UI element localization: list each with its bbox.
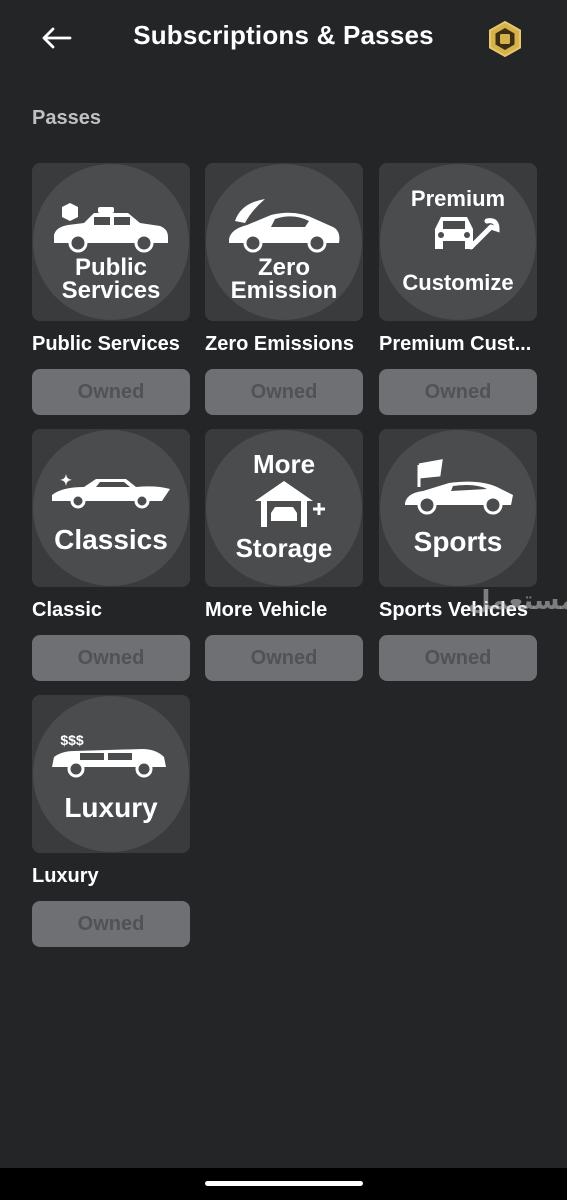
pass-card-zero-emissions: Zero Emission Zero Emissions Owned [205,163,363,415]
pass-thumbnail[interactable]: $$$ Luxury [32,695,190,853]
car-wrench-icon: Premium Customize [402,186,513,295]
svg-text:✦: ✦ [60,472,72,488]
sports-car-icon: Sports [405,459,513,557]
home-indicator[interactable] [205,1181,363,1186]
section-label-passes: Passes [32,107,101,129]
pass-name: Public Services [32,333,180,355]
pass-name: Classic [32,599,103,621]
pass-card-luxury: $$$ Luxury Luxury Owned [32,695,190,947]
top-bar: Subscriptions & Passes [0,0,567,76]
owned-button[interactable]: Owned [32,635,190,681]
pass-card-sports-vehicles: Sports Sports Vehicles Owned [379,429,537,681]
garage-icon: More Storage [236,449,333,563]
owned-button[interactable]: Owned [379,369,537,415]
icon-label-line: Emission [231,277,338,304]
pass-card-premium-customize: Premium Customize Premium Cust... Owned [379,163,537,415]
pass-thumbnail[interactable]: Zero Emission [205,163,363,321]
icon-label-line: Storage [236,533,333,563]
icon-label-line: Services [62,277,161,304]
pass-name: More Vehicle [205,599,328,621]
icon-label-line: Luxury [64,792,158,823]
icon-label-line: $$$ [60,732,84,748]
pass-card-public-services: Public Services Public Services Owned [32,163,190,415]
icon-label-line: Premium [411,186,505,211]
owned-button[interactable]: Owned [379,635,537,681]
pass-name: Zero Emissions [205,333,354,355]
page-title: Subscriptions & Passes [133,20,434,50]
classic-car-icon: ✦ Classics [52,472,170,555]
pass-name: Premium Cust... [379,333,532,355]
icon-label-line: Customize [402,270,513,295]
pass-thumbnail[interactable]: Premium Customize [379,163,537,321]
owned-button[interactable]: Owned [205,635,363,681]
owned-button[interactable]: Owned [32,369,190,415]
pass-thumbnail[interactable]: Sports [379,429,537,587]
icon-label-line: More [253,449,315,479]
icon-label-line: Sports [414,526,503,557]
pass-name: Luxury [32,865,99,887]
pass-card-more-vehicle: More Storage More Vehicle Owned [205,429,363,681]
pass-card-classic: ✦ Classics Classic Owned [32,429,190,681]
police-car-icon: Public Services [54,203,168,304]
owned-button[interactable]: Owned [205,369,363,415]
watermark: مستعمل [468,586,567,616]
pass-thumbnail[interactable]: Public Services [32,163,190,321]
owned-button[interactable]: Owned [32,901,190,947]
icon-label-line: Classics [54,524,168,555]
limousine-icon: $$$ Luxury [52,732,166,823]
pass-thumbnail[interactable]: ✦ Classics [32,429,190,587]
electric-car-icon: Zero Emission [229,199,340,304]
pass-thumbnail[interactable]: More Storage [205,429,363,587]
robux-button[interactable] [486,20,524,58]
robux-icon [489,20,521,58]
